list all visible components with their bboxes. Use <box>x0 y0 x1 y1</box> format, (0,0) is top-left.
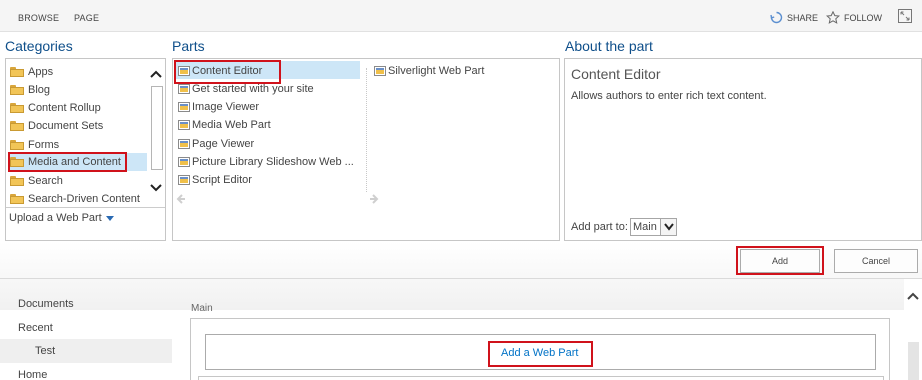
zone-select[interactable]: Main <box>630 218 677 236</box>
part-label: Image Viewer <box>192 101 260 113</box>
parts-title: Parts <box>172 38 205 54</box>
add-part-to-label: Add part to: <box>571 221 628 233</box>
add-button[interactable]: Add <box>740 249 820 273</box>
part-label: Script Editor <box>192 174 252 186</box>
select-dropdown-button[interactable] <box>660 219 676 235</box>
category-item-search[interactable]: Search <box>10 173 63 189</box>
category-item-apps[interactable]: Apps <box>10 64 53 80</box>
part-item-content-editor[interactable]: Content Editor <box>178 63 262 79</box>
part-item-picture-library-slideshow[interactable]: Picture Library Slideshow Web ... <box>178 154 354 170</box>
web-part-icon <box>178 157 190 167</box>
folder-icon <box>10 121 24 131</box>
web-part-icon <box>178 102 190 112</box>
upload-label: Upload a Web Part <box>9 212 102 224</box>
folder-icon <box>10 194 24 204</box>
chevron-up-icon[interactable] <box>907 292 919 300</box>
part-item-script-editor[interactable]: Script Editor <box>178 172 252 188</box>
category-item-content-rollup[interactable]: Content Rollup <box>10 100 101 116</box>
follow-label: FOLLOW <box>844 12 883 23</box>
category-item-document-sets[interactable]: Document Sets <box>10 118 103 134</box>
share-icon <box>770 11 783 24</box>
chevron-up-icon[interactable] <box>150 70 162 78</box>
categories-divider <box>6 207 165 208</box>
folder-icon <box>10 157 24 167</box>
folder-icon <box>10 67 24 77</box>
part-item-silverlight[interactable]: Silverlight Web Part <box>374 63 484 79</box>
category-label: Document Sets <box>28 120 104 132</box>
nav-selection <box>0 339 172 363</box>
about-part-name: Content Editor <box>571 66 661 82</box>
folder-icon <box>10 140 24 150</box>
part-item-page-viewer[interactable]: Page Viewer <box>178 136 254 152</box>
part-item-media-web-part[interactable]: Media Web Part <box>178 117 271 133</box>
category-item-media-and-content[interactable]: Media and Content <box>10 154 121 170</box>
category-label: Blog <box>28 84 51 96</box>
web-part-icon <box>178 139 190 149</box>
about-panel <box>564 58 922 241</box>
add-web-part-link[interactable]: Add a Web Part <box>501 347 578 359</box>
cancel-button[interactable]: Cancel <box>834 249 918 273</box>
web-part-icon <box>374 66 386 76</box>
nav-item-recent[interactable]: Recent <box>18 322 53 334</box>
category-label: Forms <box>28 139 60 151</box>
arrow-right-icon[interactable] <box>369 194 379 204</box>
part-label: Content Editor <box>192 65 263 77</box>
categories-title: Categories <box>5 38 73 54</box>
category-item-forms[interactable]: Forms <box>10 137 59 153</box>
category-label: Media and Content <box>28 156 121 168</box>
category-label: Content Rollup <box>28 102 101 114</box>
chevron-down-icon <box>664 223 674 231</box>
parts-column-divider <box>366 68 367 192</box>
category-label: Search-Driven Content <box>28 193 140 205</box>
chevron-down-icon[interactable] <box>150 184 162 192</box>
category-item-blog[interactable]: Blog <box>10 82 50 98</box>
folder-icon <box>10 103 24 113</box>
nav-item-test[interactable]: Test <box>35 345 55 357</box>
zone-label: Main <box>191 303 213 314</box>
web-part-icon <box>178 120 190 130</box>
follow-button[interactable]: FOLLOW <box>826 11 882 24</box>
about-title: About the part <box>565 38 653 54</box>
star-icon <box>826 11 840 24</box>
web-part-adder: Categories Parts About the part Apps Blo… <box>0 32 922 310</box>
part-item-image-viewer[interactable]: Image Viewer <box>178 99 259 115</box>
tab-browse[interactable]: BROWSE <box>18 13 59 23</box>
dropdown-arrow-icon <box>105 215 114 221</box>
part-label: Get started with your site <box>192 83 314 95</box>
folder-icon <box>10 176 24 186</box>
folder-icon <box>10 85 24 95</box>
tab-page[interactable]: PAGE <box>74 13 99 23</box>
category-label: Search <box>28 175 63 187</box>
part-label: Silverlight Web Part <box>388 65 485 77</box>
part-label: Picture Library Slideshow Web ... <box>192 156 354 168</box>
zone-select-value: Main <box>633 221 657 233</box>
upload-web-part-link[interactable]: Upload a Web Part <box>9 212 114 224</box>
page-scroll-thumb[interactable] <box>908 342 919 380</box>
categories-scrollbar[interactable] <box>147 66 165 201</box>
web-part-icon <box>178 175 190 185</box>
part-label: Media Web Part <box>192 119 271 131</box>
category-label: Apps <box>28 66 54 78</box>
part-item-get-started[interactable]: Get started with your site <box>178 81 314 97</box>
focus-icon <box>898 9 912 23</box>
web-part-icon <box>178 66 190 76</box>
zone-inner-frame <box>198 376 884 380</box>
category-item-search-driven-content[interactable]: Search-Driven Content <box>10 191 140 207</box>
nav-item-documents[interactable]: Documents <box>18 298 74 310</box>
share-button[interactable]: SHARE <box>770 11 818 24</box>
focus-content-button[interactable] <box>898 9 912 28</box>
part-label: Page Viewer <box>192 138 255 150</box>
ribbon: BROWSE PAGE SHARE FOLLOW <box>0 0 922 32</box>
toolpane-divider <box>0 278 922 279</box>
about-description: Allows authors to enter rich text conten… <box>571 90 767 102</box>
share-label: SHARE <box>787 12 819 23</box>
web-part-icon <box>178 84 190 94</box>
arrow-left-icon[interactable] <box>176 194 186 204</box>
scroll-thumb[interactable] <box>151 86 163 170</box>
nav-item-home[interactable]: Home <box>18 369 47 380</box>
